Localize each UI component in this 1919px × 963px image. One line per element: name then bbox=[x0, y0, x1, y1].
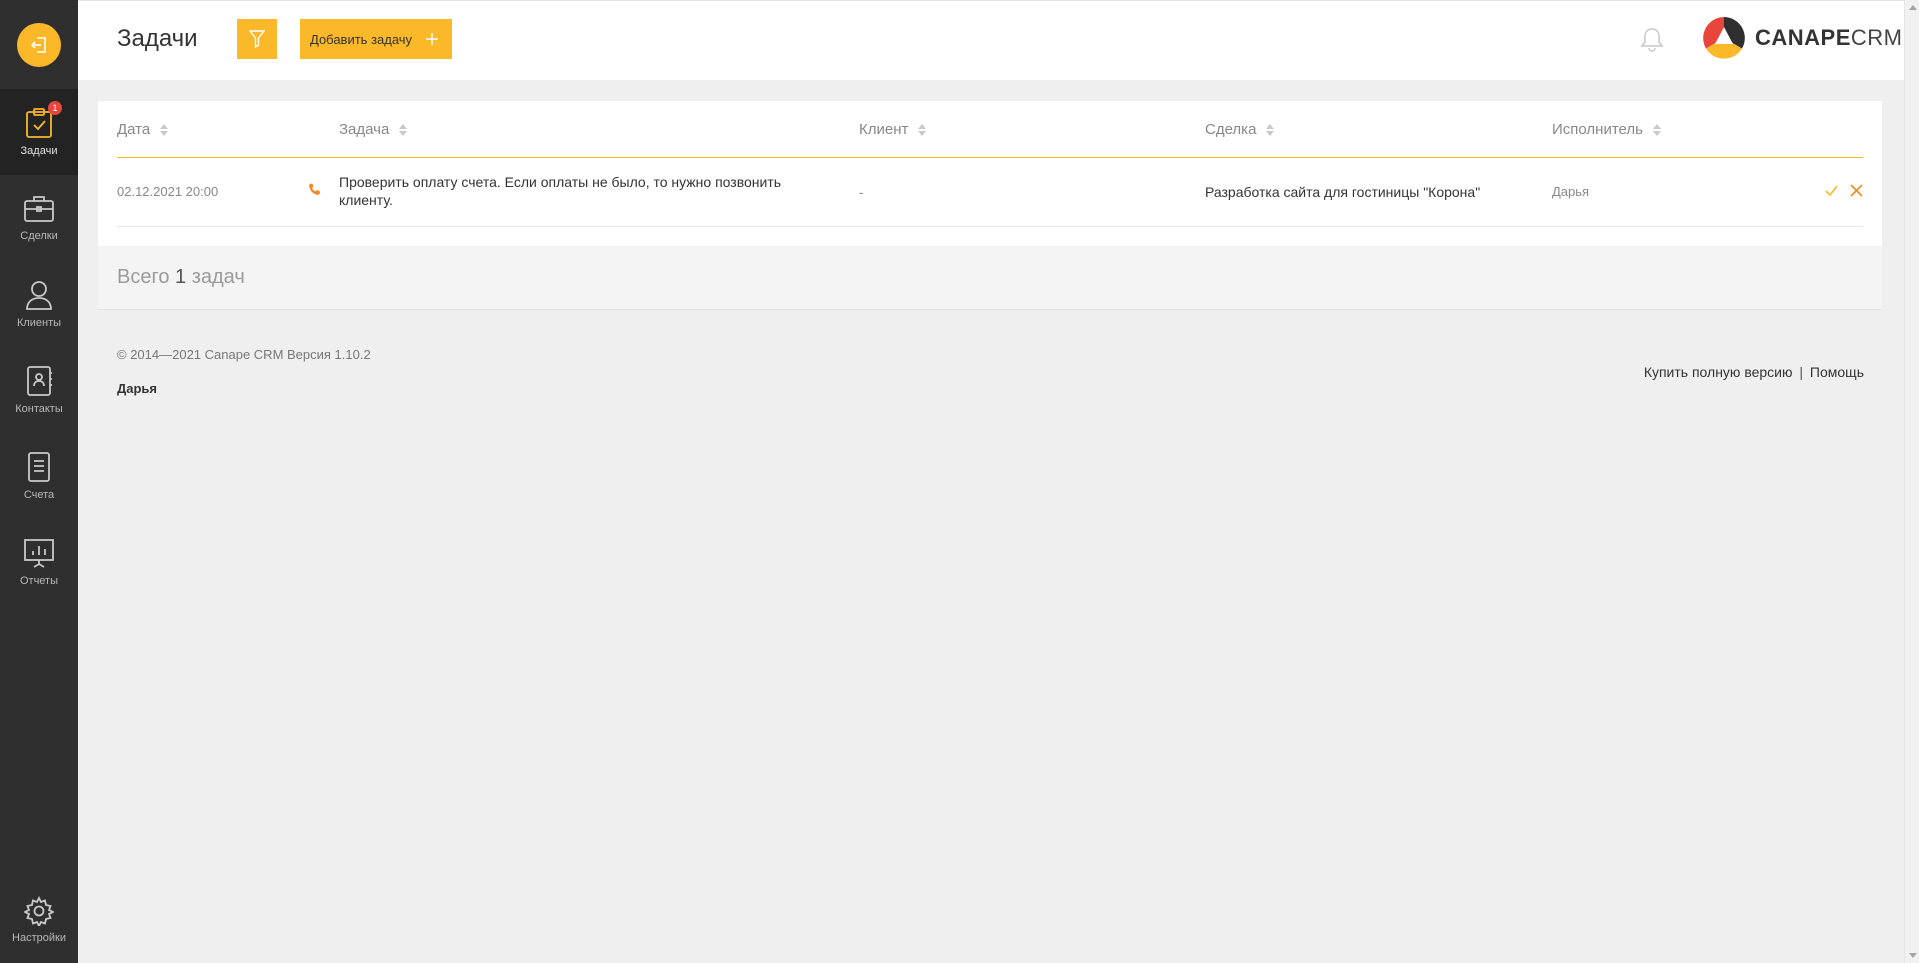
help-link[interactable]: Помощь bbox=[1810, 364, 1864, 380]
sort-icon bbox=[160, 123, 169, 136]
sort-icon bbox=[1652, 123, 1661, 136]
sidebar-bottom: Настройки bbox=[0, 877, 78, 963]
briefcase-icon bbox=[24, 196, 54, 222]
page-title: Задачи bbox=[117, 25, 198, 52]
sort-icon bbox=[1266, 123, 1275, 136]
column-label: Задача bbox=[339, 121, 390, 138]
copyright-text: © 2014—2021 Canape CRM Версия 1.10.2 bbox=[117, 347, 371, 362]
summary-suffix: задач bbox=[191, 266, 245, 288]
filter-icon bbox=[249, 30, 265, 48]
sidebar-item-label: Клиенты bbox=[16, 317, 62, 329]
column-header-deal[interactable]: Сделка bbox=[1205, 121, 1275, 138]
canape-logo-icon bbox=[1703, 17, 1745, 59]
brand-name: CANAPECRM bbox=[1755, 25, 1903, 51]
plus-icon bbox=[426, 33, 439, 45]
row-actions bbox=[1825, 184, 1863, 197]
column-header-executor[interactable]: Исполнитель bbox=[1552, 121, 1661, 138]
footer-links: Купить полную версию | Помощь bbox=[1644, 364, 1864, 380]
logout-button[interactable] bbox=[17, 22, 61, 67]
sidebar-item-label: Контакты bbox=[15, 403, 63, 415]
sidebar-item-label: Сделки bbox=[20, 230, 58, 242]
column-label: Клиент bbox=[859, 121, 909, 138]
complete-check-icon[interactable] bbox=[1825, 185, 1838, 196]
table-header: Дата Задача Клиент Сделка Исполнитель bbox=[117, 101, 1863, 158]
sidebar-item-invoices[interactable]: Счета bbox=[0, 433, 78, 519]
top-header: Задачи Добавить задачу CANAPECRM bbox=[78, 0, 1904, 80]
task-executor: Дарья bbox=[1552, 184, 1590, 199]
sort-icon bbox=[918, 123, 927, 136]
tasks-total-summary: Всего 1 задач bbox=[98, 246, 1882, 310]
summary-prefix: Всего bbox=[117, 266, 170, 288]
sidebar-item-tasks[interactable]: 1 Задачи bbox=[0, 89, 78, 175]
tasks-count-badge: 1 bbox=[48, 101, 62, 115]
sidebar-item-clients[interactable]: Клиенты bbox=[0, 261, 78, 347]
buy-full-version-link[interactable]: Купить полную версию bbox=[1644, 364, 1793, 380]
column-header-client[interactable]: Клиент bbox=[859, 121, 927, 138]
vertical-scrollbar[interactable] bbox=[1904, 0, 1919, 963]
contacts-book-icon bbox=[27, 366, 52, 396]
column-label: Дата bbox=[117, 121, 151, 138]
sidebar-item-contacts[interactable]: Контакты bbox=[0, 347, 78, 433]
column-label: Исполнитель bbox=[1552, 121, 1643, 138]
delete-close-icon[interactable] bbox=[1850, 184, 1863, 197]
logout-area bbox=[0, 0, 78, 89]
phone-icon bbox=[308, 183, 321, 199]
task-client: - bbox=[859, 184, 864, 200]
sidebar-item-label: Отчеты bbox=[19, 575, 59, 587]
column-header-date[interactable]: Дата bbox=[117, 121, 169, 138]
bell-icon bbox=[1640, 28, 1664, 52]
column-header-task[interactable]: Задача bbox=[339, 121, 408, 138]
filter-button[interactable] bbox=[237, 19, 277, 59]
sort-icon bbox=[399, 123, 408, 136]
tasks-table-card: Дата Задача Клиент Сделка Исполнитель 02… bbox=[98, 101, 1882, 310]
gear-icon bbox=[24, 896, 54, 926]
sidebar-item-label: Счета bbox=[23, 489, 55, 501]
table-row[interactable]: 02.12.2021 20:00 Проверить оплату счета.… bbox=[117, 158, 1863, 227]
brand-name-light: CRM bbox=[1850, 25, 1903, 50]
scroll-down-arrow-icon[interactable] bbox=[1909, 953, 1917, 958]
sidebar-item-settings[interactable]: Настройки bbox=[0, 877, 78, 963]
reports-icon bbox=[24, 539, 54, 568]
table-spacer bbox=[98, 227, 1882, 246]
logout-icon bbox=[30, 36, 46, 53]
add-task-label: Добавить задачу bbox=[310, 31, 413, 47]
notifications-button[interactable] bbox=[1640, 27, 1664, 58]
sidebar-item-reports[interactable]: Отчеты bbox=[0, 519, 78, 605]
add-task-button[interactable]: Добавить задачу bbox=[300, 19, 453, 59]
footer-separator: | bbox=[1799, 364, 1804, 380]
summary-count: 1 bbox=[175, 266, 187, 288]
task-date: 02.12.2021 20:00 bbox=[117, 184, 219, 199]
invoice-icon bbox=[28, 452, 50, 482]
brand-logo: CANAPECRM bbox=[1703, 17, 1903, 59]
task-text[interactable]: Проверить оплату счета. Если оплаты не б… bbox=[339, 173, 829, 209]
task-deal-link[interactable]: Разработка сайта для гостиницы "Корона" bbox=[1205, 184, 1480, 200]
sidebar-item-label: Настройки bbox=[12, 932, 66, 944]
sidebar-item-label: Задачи bbox=[20, 145, 58, 157]
sidebar-item-deals[interactable]: Сделки bbox=[0, 175, 78, 261]
column-label: Сделка bbox=[1205, 121, 1257, 138]
scroll-up-arrow-icon[interactable] bbox=[1909, 5, 1917, 10]
user-icon bbox=[26, 281, 52, 310]
sidebar: 1 Задачи Сделки Клиенты Контакты Счета О… bbox=[0, 0, 78, 963]
current-user-name: Дарья bbox=[117, 381, 158, 396]
brand-name-bold: CANAPE bbox=[1755, 25, 1851, 50]
